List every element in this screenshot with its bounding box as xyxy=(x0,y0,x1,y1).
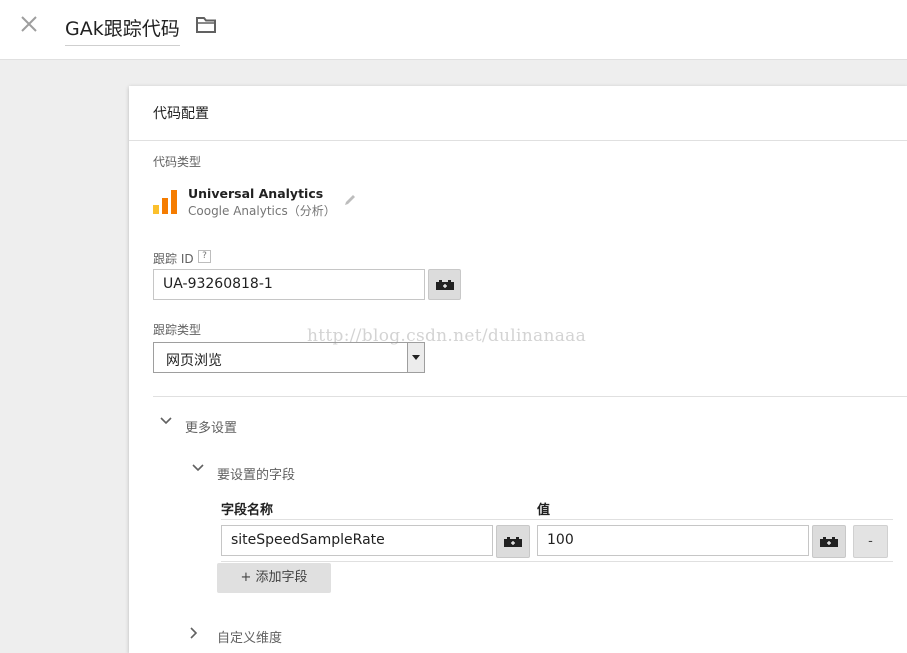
field-name-column-header: 字段名称 xyxy=(221,503,274,518)
variable-brick-icon xyxy=(435,279,454,290)
field-name-input[interactable]: siteSpeedSampleRate xyxy=(221,525,493,556)
remove-row-button[interactable]: - xyxy=(853,525,888,558)
tag-type-label: 代码类型 xyxy=(153,155,202,169)
close-icon[interactable] xyxy=(18,13,40,35)
help-icon[interactable]: ? xyxy=(198,250,211,263)
divider xyxy=(153,396,907,397)
custom-dimensions-toggle[interactable]: 自定义维度 xyxy=(217,627,282,646)
tracking-id-input[interactable]: UA-93260818-1 xyxy=(153,269,425,300)
track-type-label: 跟踪类型 xyxy=(153,323,202,337)
tag-title[interactable]: GAk跟踪代码 xyxy=(65,14,180,46)
tracking-id-label: 跟踪 ID xyxy=(153,252,194,266)
fields-to-set-toggle[interactable]: 要设置的字段 xyxy=(217,464,295,483)
row-divider xyxy=(221,561,893,562)
card-header: 代码配置 xyxy=(129,86,907,141)
tag-type-name: Universal Analytics xyxy=(188,186,324,201)
more-settings-toggle[interactable]: 更多设置 xyxy=(185,417,237,436)
tag-type-subtitle: Coogle Analytics（分析） xyxy=(188,204,336,218)
row-divider xyxy=(221,519,893,520)
top-bar: GAk跟踪代码 xyxy=(0,0,907,60)
field-name-variable-button[interactable] xyxy=(496,525,530,558)
chevron-down-icon[interactable] xyxy=(160,417,172,425)
variable-brick-icon xyxy=(820,536,838,547)
add-field-button[interactable]: + 添加字段 xyxy=(217,563,331,593)
tag-configuration-card: 代码配置 代码类型 Universal Analytics Coogle Ana… xyxy=(129,86,907,653)
track-type-selected: 网页浏览 xyxy=(166,353,222,369)
track-type-select[interactable]: 网页浏览 xyxy=(153,342,425,373)
value-column-header: 值 xyxy=(537,503,551,518)
card-title: 代码配置 xyxy=(153,106,209,122)
watermark: http://blog.csdn.net/dulinanaaa xyxy=(307,326,587,346)
field-value-input[interactable]: 100 xyxy=(537,525,809,556)
analytics-bar-logo xyxy=(153,190,177,214)
chevron-down-icon[interactable] xyxy=(192,464,204,472)
variable-brick-icon xyxy=(504,536,522,547)
dropdown-arrow-icon[interactable] xyxy=(407,343,424,372)
field-value-variable-button[interactable] xyxy=(812,525,846,558)
pencil-icon[interactable] xyxy=(343,192,357,206)
chevron-right-icon[interactable] xyxy=(190,627,198,639)
folder-icon[interactable] xyxy=(195,15,217,35)
variable-picker-button[interactable] xyxy=(428,269,461,300)
